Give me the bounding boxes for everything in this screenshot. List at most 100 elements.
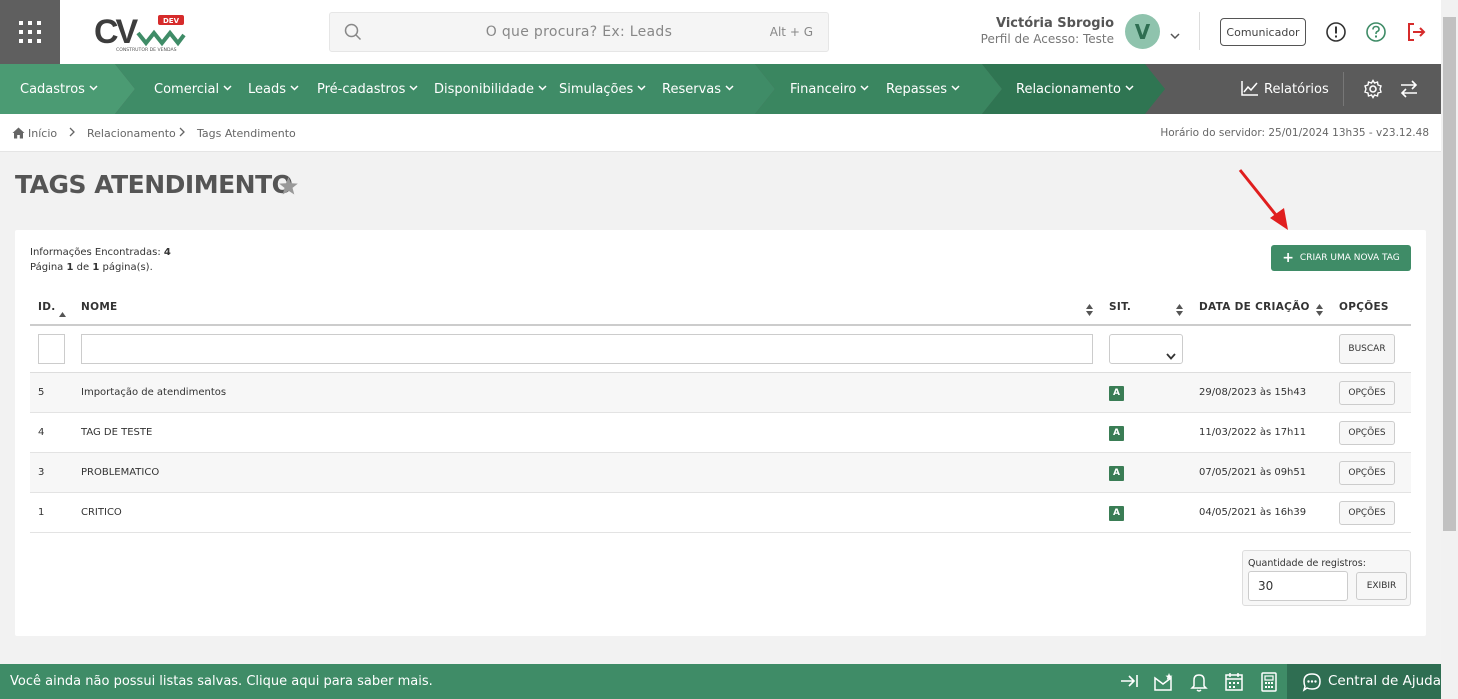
bell-icon[interactable] bbox=[1190, 672, 1208, 696]
info-icon[interactable] bbox=[1325, 21, 1347, 43]
logout-icon[interactable] bbox=[1405, 21, 1427, 43]
filter-sit-select[interactable] bbox=[1109, 334, 1183, 364]
status-badge: A bbox=[1109, 386, 1124, 401]
opcoes-button[interactable]: OPÇÕES bbox=[1339, 461, 1395, 485]
chevron-down-icon bbox=[951, 80, 960, 95]
opcoes-button[interactable]: OPÇÕES bbox=[1339, 381, 1395, 405]
chevron-down-icon bbox=[637, 80, 646, 95]
chevron-down-icon bbox=[409, 80, 418, 95]
opcoes-button[interactable]: OPÇÕES bbox=[1339, 501, 1395, 525]
user-info[interactable]: Victória Sbrogio Perfil de Acesso: Teste bbox=[981, 16, 1114, 46]
column-header-id[interactable]: ID. bbox=[38, 301, 56, 313]
nav-relatorios[interactable]: Relatórios bbox=[1241, 80, 1329, 100]
chat-icon bbox=[1302, 672, 1322, 696]
global-search-input[interactable]: O que procura? Ex: Leads Alt + G bbox=[329, 12, 829, 52]
help-center-button[interactable]: Central de Ajuda bbox=[1287, 664, 1441, 699]
search-shortcut: Alt + G bbox=[769, 25, 813, 39]
breadcrumb-current: Tags Atendimento bbox=[197, 127, 296, 140]
calculator-icon[interactable] bbox=[1260, 672, 1278, 696]
saved-list-icon[interactable] bbox=[1153, 672, 1175, 696]
filter-nome-input[interactable] bbox=[81, 334, 1093, 364]
nav-pre-cadastros[interactable]: Pré-cadastros bbox=[317, 80, 418, 97]
nav-repasses[interactable]: Repasses bbox=[886, 80, 960, 97]
filter-id-input[interactable] bbox=[38, 334, 65, 364]
sort-icon[interactable] bbox=[1086, 301, 1093, 320]
main-nav: Cadastros Comercial Leads Pré-cadastros … bbox=[0, 64, 1441, 114]
quantity-input[interactable]: 30 bbox=[1248, 571, 1348, 601]
page-title: TAGS ATENDIMENTO bbox=[15, 170, 293, 199]
info-found: Informações Encontradas: 4 bbox=[30, 247, 171, 258]
page-scrollbar[interactable] bbox=[1441, 0, 1458, 699]
avatar[interactable]: V bbox=[1125, 14, 1160, 49]
sort-icon[interactable] bbox=[1316, 301, 1323, 320]
nav-simulacoes[interactable]: Simulações bbox=[559, 80, 646, 97]
results-card: Informações Encontradas: 4 Página 1 de 1… bbox=[15, 230, 1426, 636]
nav-comercial[interactable]: Comercial bbox=[154, 80, 232, 97]
status-badge: A bbox=[1109, 426, 1124, 441]
exibir-button[interactable]: EXIBIR bbox=[1356, 572, 1407, 600]
quantity-panel: Quantidade de registros: 30 EXIBIR bbox=[1242, 550, 1411, 606]
gear-icon[interactable] bbox=[1363, 79, 1383, 103]
nav-leads[interactable]: Leads bbox=[248, 80, 299, 97]
row-data: 04/05/2021 às 16h39 bbox=[1199, 507, 1307, 518]
sort-asc-icon[interactable] bbox=[59, 302, 66, 321]
row-id: 4 bbox=[38, 427, 45, 438]
logo[interactable]: CV DEV CONSTRUTOR DE VENDAS bbox=[94, 13, 186, 53]
row-nome: TAG DE TESTE bbox=[81, 427, 153, 438]
chevron-down-icon bbox=[290, 80, 299, 95]
nav-reservas[interactable]: Reservas bbox=[662, 80, 734, 97]
row-data: 07/05/2021 às 09h51 bbox=[1199, 467, 1307, 478]
collapse-icon[interactable] bbox=[1119, 672, 1139, 694]
sort-icon[interactable] bbox=[1176, 301, 1183, 320]
logo-subtitle: CONSTRUTOR DE VENDAS bbox=[116, 47, 177, 53]
server-time: Horário do servidor: 25/01/2024 13h35 - … bbox=[1160, 127, 1429, 139]
status-badge: A bbox=[1109, 506, 1124, 521]
column-header-opcoes: OPÇÕES bbox=[1339, 301, 1389, 313]
chevron-down-icon bbox=[1125, 80, 1134, 95]
row-nome: CRITICO bbox=[81, 507, 122, 518]
comunicador-button[interactable]: Comunicador bbox=[1220, 18, 1306, 46]
status-badge: A bbox=[1109, 466, 1124, 481]
quantity-label: Quantidade de registros: bbox=[1248, 558, 1366, 569]
buscar-button[interactable]: BUSCAR bbox=[1339, 334, 1395, 364]
column-header-sit[interactable]: SIT. bbox=[1109, 301, 1131, 313]
help-icon[interactable] bbox=[1365, 21, 1387, 43]
nav-financeiro[interactable]: Financeiro bbox=[790, 80, 869, 97]
divider bbox=[1199, 12, 1200, 50]
help-center-label: Central de Ajuda bbox=[1328, 673, 1441, 689]
swap-icon[interactable] bbox=[1399, 80, 1419, 102]
nav-disponibilidade[interactable]: Disponibilidade bbox=[434, 80, 547, 97]
plus-icon: + bbox=[1282, 250, 1294, 266]
scrollbar-thumb[interactable] bbox=[1443, 17, 1456, 531]
search-placeholder: O que procura? Ex: Leads bbox=[485, 24, 673, 40]
row-nome: Importação de atendimentos bbox=[81, 387, 227, 398]
breadcrumb-relacionamento[interactable]: Relacionamento bbox=[87, 127, 176, 140]
row-id: 3 bbox=[38, 467, 45, 478]
chevron-down-icon bbox=[725, 80, 734, 95]
home-icon bbox=[12, 127, 25, 142]
annotation-arrow bbox=[1234, 166, 1294, 240]
calendar-icon[interactable] bbox=[1224, 672, 1244, 696]
chart-icon bbox=[1241, 80, 1259, 100]
star-icon[interactable] bbox=[278, 176, 299, 200]
column-header-data[interactable]: DATA DE CRIAÇÃO bbox=[1199, 301, 1310, 313]
row-data: 11/03/2022 às 17h11 bbox=[1199, 427, 1307, 438]
breadcrumb-home[interactable]: Início bbox=[12, 127, 57, 142]
chevron-down-icon bbox=[89, 80, 98, 95]
table-row: 5 Importação de atendimentos A 29/08/202… bbox=[30, 373, 1411, 413]
row-id: 1 bbox=[38, 507, 45, 518]
create-tag-button[interactable]: + CRIAR UMA NOVA TAG bbox=[1271, 245, 1411, 271]
chevron-down-icon bbox=[1166, 345, 1176, 364]
chevron-right-icon bbox=[68, 127, 76, 140]
app-grid-icon[interactable] bbox=[0, 0, 60, 64]
column-header-nome[interactable]: NOME bbox=[81, 301, 118, 313]
opcoes-button[interactable]: OPÇÕES bbox=[1339, 421, 1395, 445]
nav-cadastros[interactable]: Cadastros bbox=[20, 80, 98, 97]
user-profile: Perfil de Acesso: Teste bbox=[980, 32, 1114, 46]
divider bbox=[1343, 72, 1344, 106]
saved-lists-message[interactable]: Você ainda não possui listas salvas. Cli… bbox=[10, 674, 433, 689]
chevron-right-icon bbox=[178, 127, 186, 140]
breadcrumb: Início Relacionamento Tags Atendimento H… bbox=[0, 114, 1441, 152]
chevron-down-icon[interactable] bbox=[1169, 26, 1181, 45]
nav-relacionamento[interactable]: Relacionamento bbox=[1016, 80, 1134, 97]
